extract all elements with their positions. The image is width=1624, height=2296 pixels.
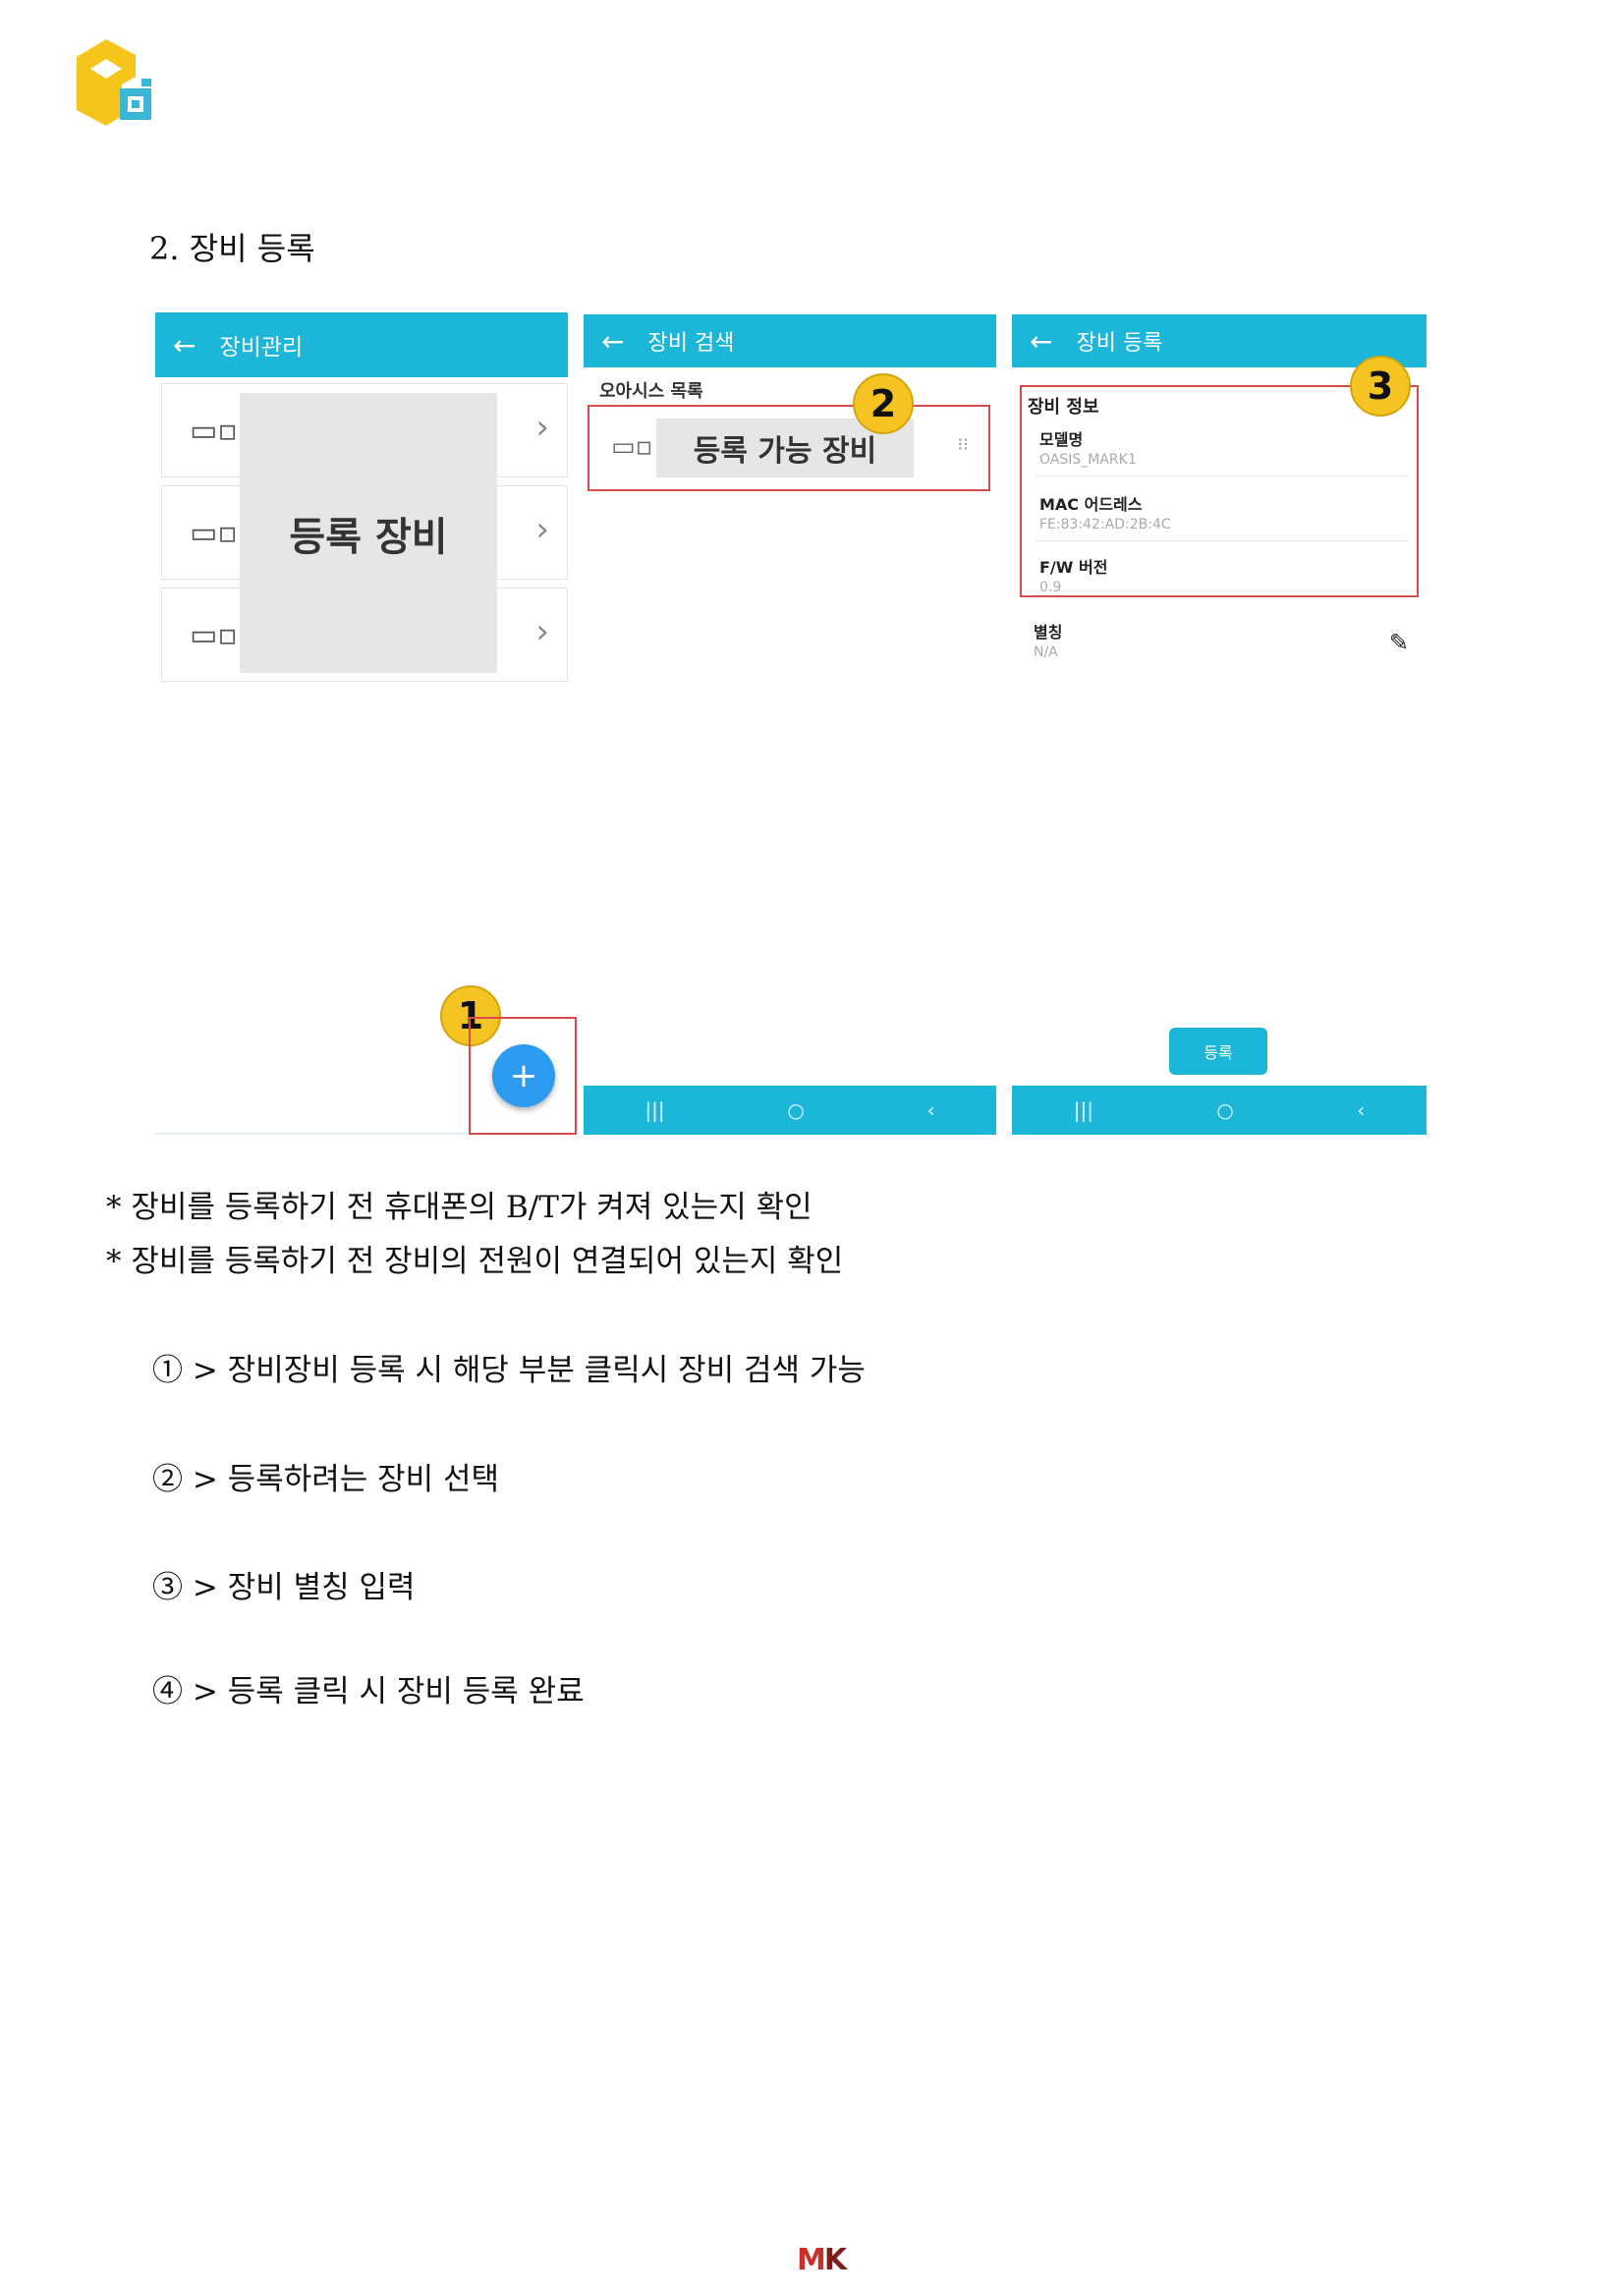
device-search-screen: ← 장비 검색 오아시스 목록 ▭▫ 등록 가능 장비 ⁝⁝ [584, 314, 996, 540]
section-heading: 2. 장비 등록 [149, 230, 315, 267]
model-label: 모델명 [1039, 430, 1084, 449]
registered-devices-overlay: 등록 장비 [240, 393, 497, 673]
back-arrow-icon[interactable]: ← [1030, 325, 1052, 358]
device-management-screen: ← 장비관리 ▭▫ › ▭▫ › ▭▫ › 등록 장비 [155, 312, 568, 691]
company-logo-icon [77, 39, 151, 126]
model-value: OASIS_MARK1 [1039, 452, 1137, 468]
step-1-text: ① > 장비장비 등록 시 해당 부분 클릭시 장비 검색 가능 [152, 1353, 866, 1388]
device-info-heading: 장비 정보 [1028, 397, 1099, 418]
firmware-info: F/W 버전 0.9 [1039, 554, 1107, 595]
system-nav-bar: ||| ○ ‹ [584, 1086, 996, 1135]
model-info: 모델명 OASIS_MARK1 [1039, 426, 1137, 468]
step-badge-3: 3 [1350, 356, 1411, 417]
home-icon[interactable]: ○ [1216, 1098, 1233, 1122]
home-icon[interactable]: ○ [787, 1098, 804, 1122]
note-bluetooth: * 장비를 등록하기 전 휴대폰의 B/T가 켜져 있는지 확인 [106, 1190, 812, 1225]
app-bar: ← 장비 검색 [584, 314, 996, 367]
screen-title: 장비 검색 [647, 331, 735, 356]
screen-title: 장비 등록 [1076, 331, 1163, 356]
note-power: * 장비를 등록하기 전 장비의 전원이 연결되어 있는지 확인 [106, 1244, 844, 1279]
firmware-label: F/W 버전 [1039, 558, 1108, 577]
nav-back-icon[interactable]: ‹ [1357, 1098, 1365, 1122]
footer-logo-m: M [797, 2243, 826, 2277]
add-device-fab[interactable]: + [492, 1044, 555, 1107]
mac-label: MAC 어드레스 [1039, 495, 1143, 514]
divider [1036, 540, 1409, 541]
app-bar: ← 장비관리 [155, 312, 568, 377]
step-2-text: ② > 등록하려는 장비 선택 [152, 1462, 500, 1497]
chevron-right-icon: › [535, 612, 549, 651]
alias-value: N/A [1034, 644, 1058, 660]
step-4-text: ④ > 등록 클릭 시 장비 등록 완료 [152, 1674, 585, 1709]
register-button[interactable]: 등록 [1169, 1028, 1267, 1075]
chevron-right-icon: › [535, 510, 549, 549]
firmware-value: 0.9 [1039, 580, 1062, 595]
mac-value: FE:83:42:AD:2B:4C [1039, 517, 1171, 532]
device-info-box: 장비 정보 모델명 OASIS_MARK1 MAC 어드레스 FE:83:42:… [1020, 385, 1419, 597]
chevron-right-icon: › [535, 408, 549, 447]
edit-pencil-icon[interactable]: ✎ [1389, 629, 1409, 656]
screen-title: 장비관리 [219, 335, 304, 361]
nav-back-icon[interactable]: ‹ [927, 1098, 935, 1122]
recent-apps-icon[interactable]: ||| [1074, 1098, 1093, 1122]
devices-icon: ▭▫ [190, 618, 238, 652]
back-arrow-icon[interactable]: ← [173, 329, 196, 362]
alias-label: 별칭 [1034, 623, 1063, 642]
footer-logo: MK [797, 2243, 847, 2277]
list-label: 오아시스 목록 [599, 381, 703, 402]
step-badge-2: 2 [853, 373, 914, 434]
footer-logo-k: K [823, 2243, 847, 2277]
back-arrow-icon[interactable]: ← [601, 325, 624, 358]
devices-icon: ▭▫ [190, 516, 238, 550]
signal-icon: ⁝⁝ [957, 434, 969, 455]
available-device-item[interactable]: ▭▫ 등록 가능 장비 ⁝⁝ [588, 405, 990, 491]
step-3-text: ③ > 장비 별칭 입력 [152, 1570, 416, 1605]
mac-info: MAC 어드레스 FE:83:42:AD:2B:4C [1039, 491, 1171, 532]
recent-apps-icon[interactable]: ||| [644, 1098, 664, 1122]
devices-icon: ▭▫ [190, 414, 238, 448]
alias-info[interactable]: 별칭 N/A [1034, 619, 1062, 660]
system-nav-bar: ||| ○ ‹ [1012, 1086, 1427, 1135]
devices-icon: ▭▫ [611, 432, 653, 462]
